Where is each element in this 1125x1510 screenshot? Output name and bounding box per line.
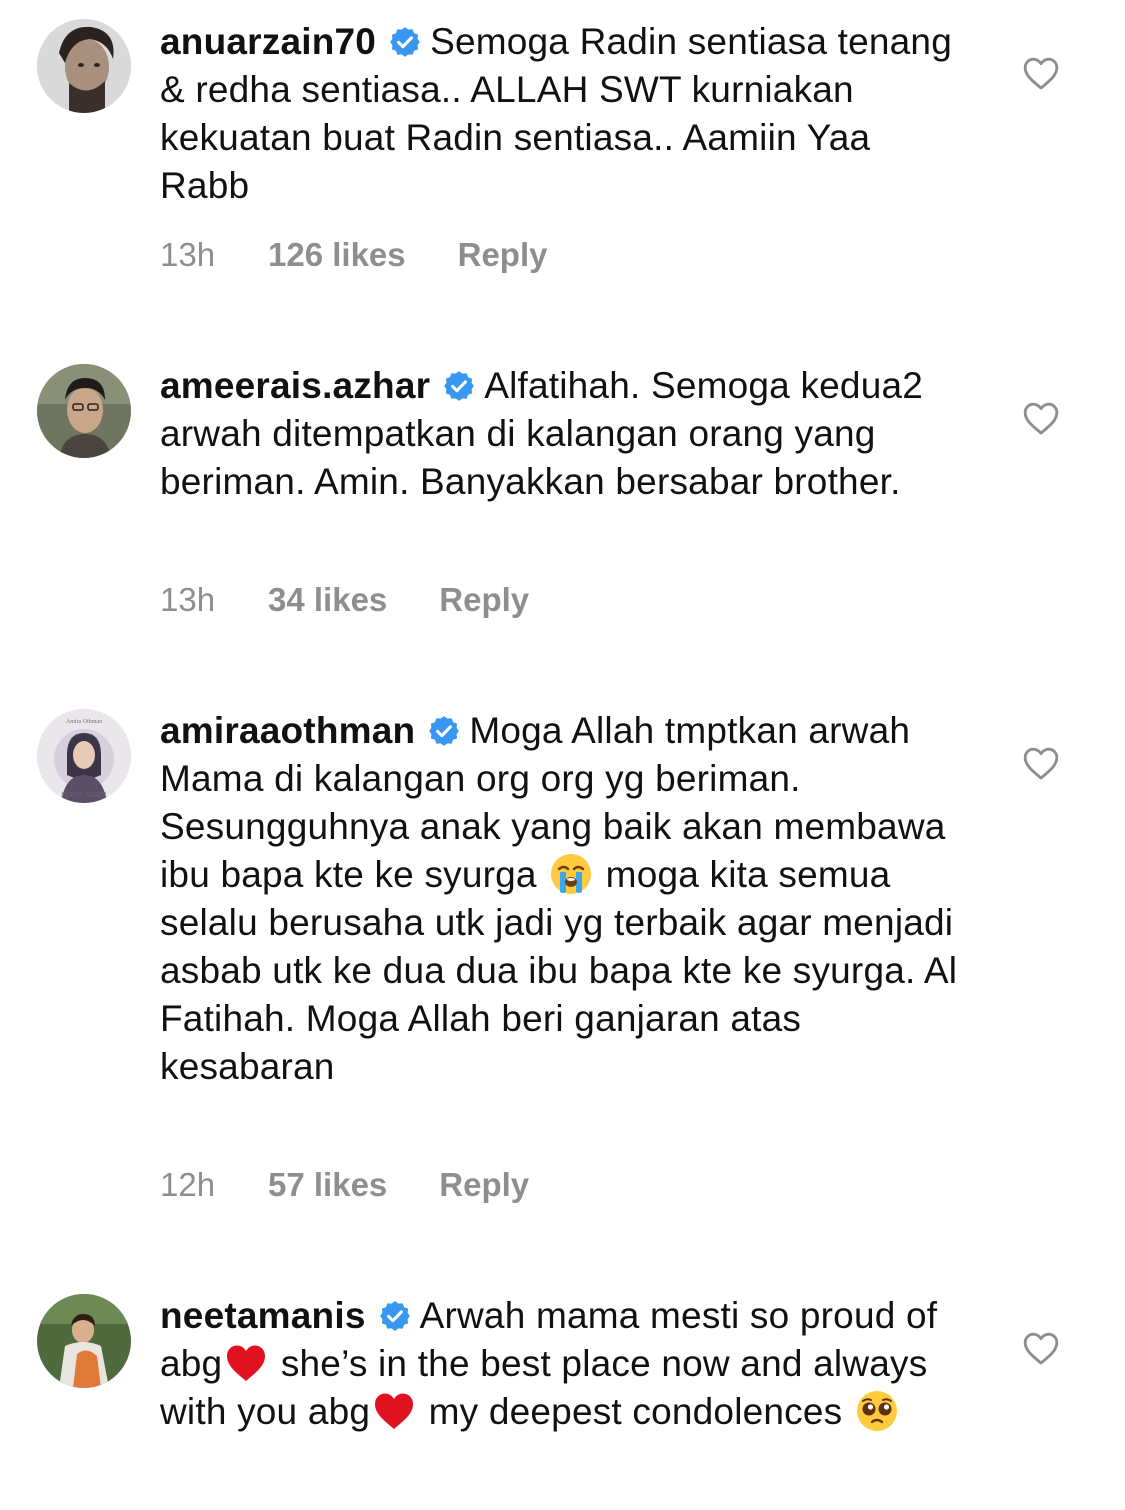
likes-count[interactable]: 57 likes xyxy=(268,1165,387,1205)
avatar[interactable] xyxy=(37,1294,131,1388)
red-heart-emoji xyxy=(224,1341,268,1385)
comment-text: anuarzain70 Semoga Radin sentiasa tenang … xyxy=(160,18,960,210)
comment-meta: 12h 57 likes Reply xyxy=(160,1165,529,1205)
verified-badge-icon xyxy=(427,714,461,748)
comment-meta: 13h 126 likes Reply xyxy=(160,235,548,275)
comment-body-part3: my deepest condolences xyxy=(428,1391,843,1432)
user-avatar-icon xyxy=(37,19,131,113)
username[interactable]: neetamanis xyxy=(160,1295,366,1336)
verified-badge-icon xyxy=(442,369,476,403)
comment-text: amiraaothman Moga Allah tmptkan arwah Mam… xyxy=(160,707,960,1091)
user-avatar-icon: Amira Othman SURAT AKHIR xyxy=(37,709,131,803)
username[interactable]: anuarzain70 xyxy=(160,21,376,62)
red-heart-emoji xyxy=(372,1389,416,1433)
verified-badge-icon xyxy=(378,1299,412,1333)
avatar-caption-bottom: SURAT AKHIR xyxy=(61,791,107,799)
user-avatar-icon xyxy=(37,1294,131,1388)
verified-badge-icon xyxy=(388,25,422,59)
heart-outline-icon xyxy=(1023,57,1059,90)
heart-outline-icon xyxy=(1023,1332,1059,1365)
loudly-crying-face-emoji xyxy=(549,852,593,896)
likes-count[interactable]: 126 likes xyxy=(268,235,406,275)
pleading-face-emoji xyxy=(855,1389,899,1433)
reply-button[interactable]: Reply xyxy=(439,1165,529,1205)
username[interactable]: amiraaothman xyxy=(160,710,415,751)
like-button[interactable] xyxy=(1022,55,1060,91)
comment-time: 13h xyxy=(160,236,216,273)
user-avatar-icon xyxy=(37,364,131,458)
comment-meta: 13h 34 likes Reply xyxy=(160,580,529,620)
like-button[interactable] xyxy=(1022,1330,1060,1366)
like-button[interactable] xyxy=(1022,400,1060,436)
likes-count[interactable]: 34 likes xyxy=(268,580,387,620)
heart-outline-icon xyxy=(1023,747,1059,780)
username[interactable]: ameerais.azhar xyxy=(160,365,430,406)
comment-text: neetamanis Arwah mama mesti so proud of a… xyxy=(160,1292,960,1436)
avatar[interactable] xyxy=(37,19,131,113)
avatar-caption-top: Amira Othman xyxy=(66,719,102,725)
comment-time: 12h xyxy=(160,1166,216,1203)
like-button[interactable] xyxy=(1022,745,1060,781)
avatar[interactable] xyxy=(37,364,131,458)
avatar[interactable]: Amira Othman SURAT AKHIR xyxy=(37,709,131,803)
comment-text: ameerais.azhar Alfatihah. Semoga kedua2 a… xyxy=(160,362,960,506)
reply-button[interactable]: Reply xyxy=(439,580,529,620)
heart-outline-icon xyxy=(1023,402,1059,435)
comment-time: 13h xyxy=(160,581,216,618)
reply-button[interactable]: Reply xyxy=(458,235,548,275)
